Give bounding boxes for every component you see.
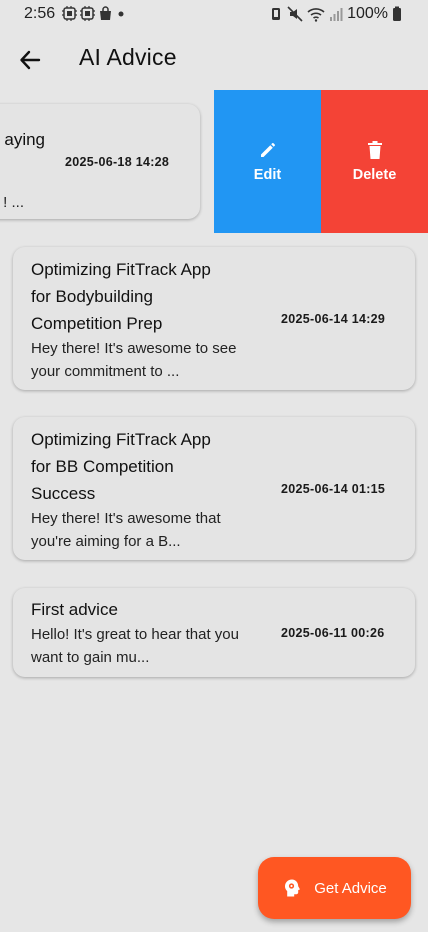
mute-icon <box>287 6 303 22</box>
advice-date: 2025-06-18 14:28 <box>65 155 170 169</box>
swiped-advice-row: aying 2025-06-18 14:28 ! ... Edit Delete <box>0 90 428 233</box>
advice-title: Optimizing FitTrack App for BB Competiti… <box>31 426 271 507</box>
advice-title-line: for BB Competition <box>31 457 174 476</box>
arrow-left-icon <box>20 50 41 70</box>
status-system-icons: 100% <box>269 5 402 23</box>
advice-title-line: Optimizing FitTrack App <box>31 430 211 449</box>
advice-date: 2025-06-14 14:29 <box>281 312 386 326</box>
sim-icon <box>62 6 77 21</box>
advice-title-line: for Bodybuilding <box>31 287 153 306</box>
ai-advice-screen: 2:56 100% AI Advice aying 2025-06-18 14:… <box>0 0 428 932</box>
advice-preview-line: you're aiming for a B... <box>31 533 181 550</box>
status-bar: 2:56 100% <box>0 0 428 30</box>
advice-title-line: First advice <box>31 600 118 619</box>
page-title: AI Advice <box>79 44 177 70</box>
head-gear-icon <box>285 879 301 897</box>
advice-title-line: Competition Prep <box>31 314 163 333</box>
advice-preview-line: Hello! It's great to hear that you <box>31 626 239 643</box>
advice-date: 2025-06-14 01:15 <box>281 482 386 496</box>
trash-icon <box>367 140 382 159</box>
advice-title: Optimizing FitTrack App for Bodybuilding… <box>31 256 271 337</box>
edit-button[interactable]: Edit <box>214 90 321 233</box>
advice-preview-line: Hey there! It's awesome to see <box>31 340 237 357</box>
battery-icon <box>393 6 401 21</box>
advice-preview-line: your commitment to ... <box>31 363 180 380</box>
advice-preview: Hey there! It's awesome to see your comm… <box>31 337 271 383</box>
advice-card-swiped[interactable]: aying 2025-06-18 14:28 ! ... <box>0 104 200 219</box>
back-button[interactable] <box>12 42 48 78</box>
vibrate-icon <box>272 8 281 20</box>
status-notification-icons <box>62 6 126 21</box>
advice-title: First advice <box>31 596 271 623</box>
get-advice-button[interactable]: Get Advice <box>258 857 411 919</box>
shopping-bag-icon <box>100 6 111 20</box>
advice-preview-line: want to gain mu... <box>31 649 150 666</box>
advice-preview: Hello! It's great to hear that you want … <box>31 623 271 669</box>
wifi-icon <box>307 8 325 22</box>
advice-card[interactable]: Optimizing FitTrack App for Bodybuilding… <box>13 247 415 390</box>
advice-date: 2025-06-11 00:26 <box>281 626 385 640</box>
advice-title-line: Success <box>31 484 96 503</box>
battery-percent: 100% <box>347 5 388 22</box>
advice-title-line: Optimizing FitTrack App <box>31 260 211 279</box>
advice-card[interactable]: First advice 2025-06-11 00:26 Hello! It'… <box>13 588 415 677</box>
edit-label: Edit <box>253 166 282 183</box>
advice-preview: ! ... <box>3 194 24 211</box>
advice-title: aying <box>4 130 45 149</box>
app-bar: AI Advice <box>0 30 428 86</box>
status-time: 2:56 <box>24 5 56 22</box>
delete-label: Delete <box>352 166 397 183</box>
delete-button[interactable]: Delete <box>321 90 428 233</box>
advice-card[interactable]: Optimizing FitTrack App for BB Competiti… <box>13 417 415 560</box>
sim-icon <box>80 6 95 21</box>
signal-icon <box>330 8 343 21</box>
advice-preview-line: Hey there! It's awesome that <box>31 510 221 527</box>
pencil-icon <box>260 142 275 157</box>
get-advice-label: Get Advice <box>314 879 387 897</box>
advice-preview: Hey there! It's awesome that you're aimi… <box>31 507 271 553</box>
dot-icon <box>118 11 124 17</box>
